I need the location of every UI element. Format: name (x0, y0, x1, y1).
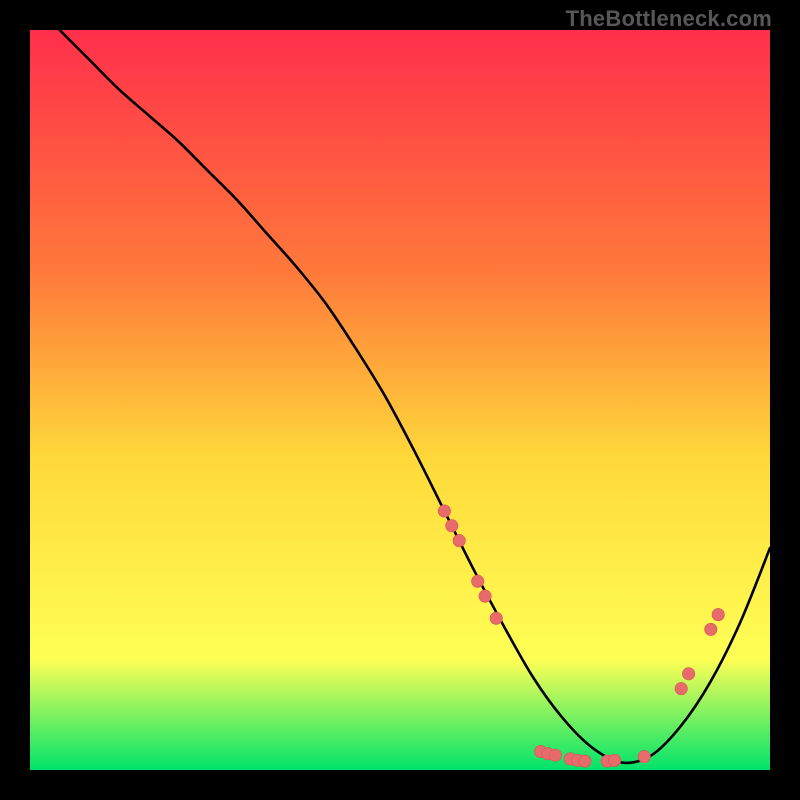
bottleneck-chart (30, 30, 770, 770)
data-marker (472, 575, 484, 587)
data-marker (675, 682, 687, 694)
chart-area (30, 30, 770, 770)
data-marker (608, 754, 620, 766)
data-marker (479, 590, 491, 602)
data-marker (705, 623, 717, 635)
data-marker (712, 608, 724, 620)
data-marker (438, 505, 450, 517)
data-marker (682, 668, 694, 680)
data-marker (579, 755, 591, 767)
watermark-label: TheBottleneck.com (566, 6, 772, 32)
data-marker (638, 750, 650, 762)
data-marker (549, 749, 561, 761)
data-marker (446, 520, 458, 532)
data-marker (453, 534, 465, 546)
gradient-background (30, 30, 770, 770)
data-marker (490, 612, 502, 624)
